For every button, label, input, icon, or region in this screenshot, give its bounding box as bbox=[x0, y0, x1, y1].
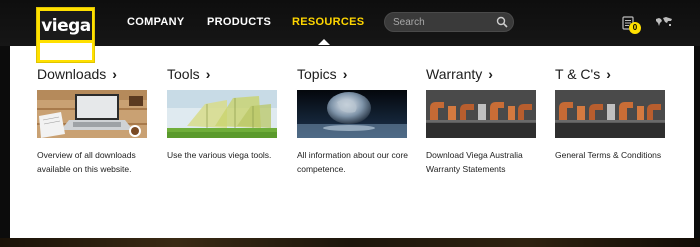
cart-count-badge: 0 bbox=[629, 22, 641, 34]
chevron-right-icon: › bbox=[488, 66, 493, 82]
logo-stripe bbox=[40, 43, 92, 60]
warranty-thumbnail[interactable] bbox=[426, 90, 536, 138]
globe-icon[interactable] bbox=[655, 16, 673, 28]
page-background-strip bbox=[0, 238, 700, 247]
tools-link[interactable]: Tools › bbox=[167, 66, 210, 82]
viega-logo[interactable]: viega bbox=[36, 7, 95, 63]
downloads-thumbnail[interactable] bbox=[37, 90, 147, 138]
topics-title: Topics bbox=[297, 66, 337, 82]
downloads-title: Downloads bbox=[37, 66, 107, 82]
logo-text: viega bbox=[41, 15, 91, 36]
menu-column-downloads: Downloads › Overview of all downloads ava… bbox=[37, 66, 149, 174]
chevron-right-icon: › bbox=[205, 66, 211, 82]
downloads-description: Overview of all downloads available on t… bbox=[37, 150, 136, 174]
terms-description: General Terms & Conditions bbox=[555, 150, 662, 160]
warranty-link[interactable]: Warranty › bbox=[426, 66, 493, 82]
tools-thumbnail[interactable] bbox=[167, 90, 277, 138]
nav-company[interactable]: COMPANY bbox=[127, 16, 185, 28]
menu-column-topics: Topics › All information about our core c… bbox=[297, 66, 409, 174]
terms-thumbnail[interactable] bbox=[555, 90, 665, 138]
active-menu-caret bbox=[318, 39, 330, 45]
topics-link[interactable]: Topics › bbox=[297, 66, 347, 82]
downloads-link[interactable]: Downloads › bbox=[37, 66, 117, 82]
topics-description: All information about our core competenc… bbox=[297, 150, 409, 174]
nav-resources[interactable]: RESOURCES bbox=[292, 16, 364, 28]
warranty-title: Warranty bbox=[426, 66, 483, 82]
logo-mark: viega bbox=[40, 11, 92, 40]
chevron-right-icon: › bbox=[112, 66, 117, 82]
tools-description: Use the various viega tools. bbox=[167, 150, 272, 160]
nav-products[interactable]: PRODUCTS bbox=[207, 16, 271, 28]
terms-link[interactable]: T & C's › bbox=[555, 66, 611, 82]
menu-column-terms: T & C's › General Terms & Conditions bbox=[555, 66, 667, 160]
chevron-right-icon: › bbox=[342, 66, 348, 82]
search-input[interactable] bbox=[393, 15, 493, 30]
warranty-description: Download Viega Australia Warranty Statem… bbox=[426, 150, 523, 174]
chevron-right-icon: › bbox=[606, 66, 611, 82]
search-box[interactable] bbox=[384, 12, 514, 32]
search-icon[interactable] bbox=[496, 16, 508, 28]
tools-title: Tools bbox=[167, 66, 200, 82]
topics-thumbnail[interactable] bbox=[297, 90, 407, 138]
menu-column-tools: Tools › Use the various viega tools. bbox=[167, 66, 279, 160]
menu-column-warranty: Warranty › Download Viega Australia Warra… bbox=[426, 66, 538, 174]
terms-title: T & C's bbox=[555, 66, 601, 82]
